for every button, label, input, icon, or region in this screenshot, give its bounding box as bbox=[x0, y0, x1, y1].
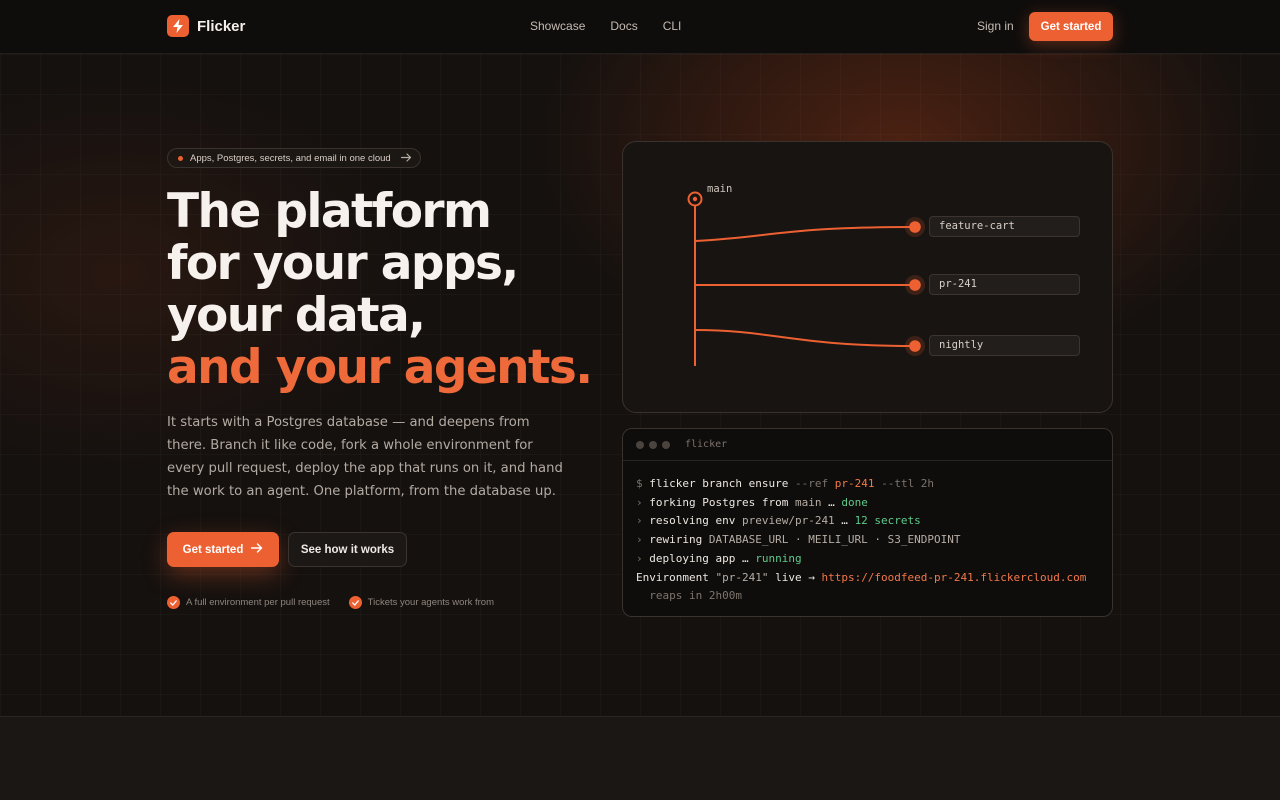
brand-logo[interactable]: Flicker bbox=[167, 15, 245, 37]
terminal-token: DATABASE_URL · MEILI_URL · S3_ENDPOINT bbox=[708, 533, 961, 547]
terminal-token: › bbox=[636, 533, 650, 547]
terminal-token: resolving env bbox=[649, 514, 742, 528]
terminal-token: Environment bbox=[636, 570, 716, 584]
window-dot-icon bbox=[662, 440, 670, 449]
branch-tag-feature-cart[interactable]: feature-cart bbox=[929, 216, 1080, 237]
branch-main-label: main bbox=[707, 183, 733, 195]
terminal-token: --ttl 2h bbox=[874, 477, 935, 490]
terminal-token: preview/pr-241 bbox=[741, 514, 835, 528]
headline-line: The platform bbox=[167, 184, 492, 239]
terminal-title: flicker bbox=[685, 439, 728, 450]
terminal-token: forking Postgres from bbox=[649, 495, 795, 509]
lightning-bolt-icon bbox=[167, 15, 189, 37]
terminal-token: pr-241 bbox=[834, 477, 875, 490]
next-section bbox=[0, 716, 1280, 800]
branch-node-nightly bbox=[905, 336, 925, 356]
primary-nav: Showcase Docs CLI bbox=[530, 19, 681, 33]
get-started-button[interactable]: Get started bbox=[167, 532, 279, 567]
nav-link-docs[interactable]: Docs bbox=[610, 19, 637, 33]
dot-icon bbox=[178, 155, 183, 161]
terminal-line: $ flicker branch ensure --ref pr-241 --t… bbox=[636, 475, 1112, 494]
announcement-text: Apps, Postgres, secrets, and email in on… bbox=[190, 152, 391, 164]
nav-link-cli[interactable]: CLI bbox=[663, 19, 682, 33]
check-text: A full environment per pull request bbox=[186, 597, 330, 608]
feature-checklist: A full environment per pull request Tick… bbox=[167, 596, 494, 609]
brand-name: Flicker bbox=[197, 17, 246, 35]
arrow-right-icon bbox=[400, 152, 412, 165]
terminal-line: › rewiring DATABASE_URL · MEILI_URL · S3… bbox=[636, 531, 1112, 550]
branch-line-feature-cart bbox=[694, 226, 916, 242]
check-item: A full environment per pull request bbox=[167, 596, 330, 609]
terminal-token: 12 secrets bbox=[854, 514, 921, 528]
terminal-line: reaps in 2h00m bbox=[636, 587, 1112, 606]
branch-diagram-card: main feature-cart pr-241 nightly bbox=[622, 141, 1113, 413]
terminal-token: rewiring bbox=[649, 533, 709, 547]
terminal-token: … bbox=[821, 495, 842, 509]
terminal-token: main bbox=[794, 495, 822, 509]
get-started-label: Get started bbox=[182, 543, 244, 556]
announcement-pill[interactable]: Apps, Postgres, secrets, and email in on… bbox=[167, 148, 421, 168]
window-dot-icon bbox=[649, 440, 657, 449]
checkmark-icon bbox=[348, 596, 362, 609]
headline-line: for your apps, bbox=[167, 236, 519, 291]
branch-tag-nightly[interactable]: nightly bbox=[929, 335, 1080, 356]
arrow-right-icon bbox=[251, 543, 263, 556]
terminal-line: › deploying app … running bbox=[636, 550, 1112, 569]
terminal-line: Environment "pr-241" live → https://food… bbox=[636, 569, 1112, 588]
terminal-line: › resolving env preview/pr-241 … 12 secr… bbox=[636, 512, 1112, 531]
terminal-token: running bbox=[755, 551, 802, 565]
terminal-token: flicker branch ensure bbox=[649, 477, 795, 490]
branch-node-feature-cart bbox=[905, 217, 925, 237]
sign-in-link[interactable]: Sign in bbox=[977, 19, 1014, 33]
branch-line-nightly bbox=[694, 329, 916, 347]
terminal-token: reaps in 2h00m bbox=[636, 589, 742, 603]
checkmark-icon bbox=[167, 596, 180, 609]
headline-accent-line: and your agents. bbox=[167, 340, 593, 395]
terminal-token: "pr-241" bbox=[715, 570, 769, 584]
branch-tag-pr-241[interactable]: pr-241 bbox=[929, 274, 1080, 295]
terminal-token: › bbox=[636, 551, 650, 565]
terminal-line: › forking Postgres from main … done bbox=[636, 494, 1112, 513]
terminal-window: flicker $ flicker branch ensure --ref pr… bbox=[622, 428, 1113, 617]
top-navbar: Flicker Showcase Docs CLI Sign in Get st… bbox=[0, 0, 1280, 54]
terminal-token: … bbox=[834, 514, 855, 528]
nav-link-showcase[interactable]: Showcase bbox=[530, 19, 585, 33]
branch-node-pr-241 bbox=[905, 275, 925, 295]
terminal-token: done bbox=[841, 495, 868, 509]
see-how-it-works-button[interactable]: See how it works bbox=[288, 532, 407, 567]
terminal-token: › bbox=[636, 495, 650, 509]
nav-get-started-button[interactable]: Get started bbox=[1029, 12, 1113, 41]
window-dot-icon bbox=[636, 440, 644, 449]
terminal-token: deploying app … bbox=[649, 551, 756, 565]
terminal-token: live → bbox=[768, 570, 822, 584]
terminal-token: › bbox=[636, 514, 650, 528]
check-text: Tickets your agents work from bbox=[367, 597, 494, 608]
terminal-output: $ flicker branch ensure --ref pr-241 --t… bbox=[623, 461, 1112, 606]
check-item: Tickets your agents work from bbox=[348, 596, 494, 609]
hero-headline: The platform for your apps, your data, a… bbox=[167, 184, 593, 395]
terminal-token: --ref bbox=[794, 477, 835, 490]
terminal-token: $ bbox=[636, 477, 650, 490]
hero-description: It starts with a Postgres database — and… bbox=[167, 415, 563, 499]
terminal-titlebar: flicker bbox=[623, 429, 1112, 461]
headline-line: your data, bbox=[167, 288, 426, 343]
terminal-token[interactable]: https://foodfeed-pr-241.flickercloud.com bbox=[821, 571, 1086, 584]
